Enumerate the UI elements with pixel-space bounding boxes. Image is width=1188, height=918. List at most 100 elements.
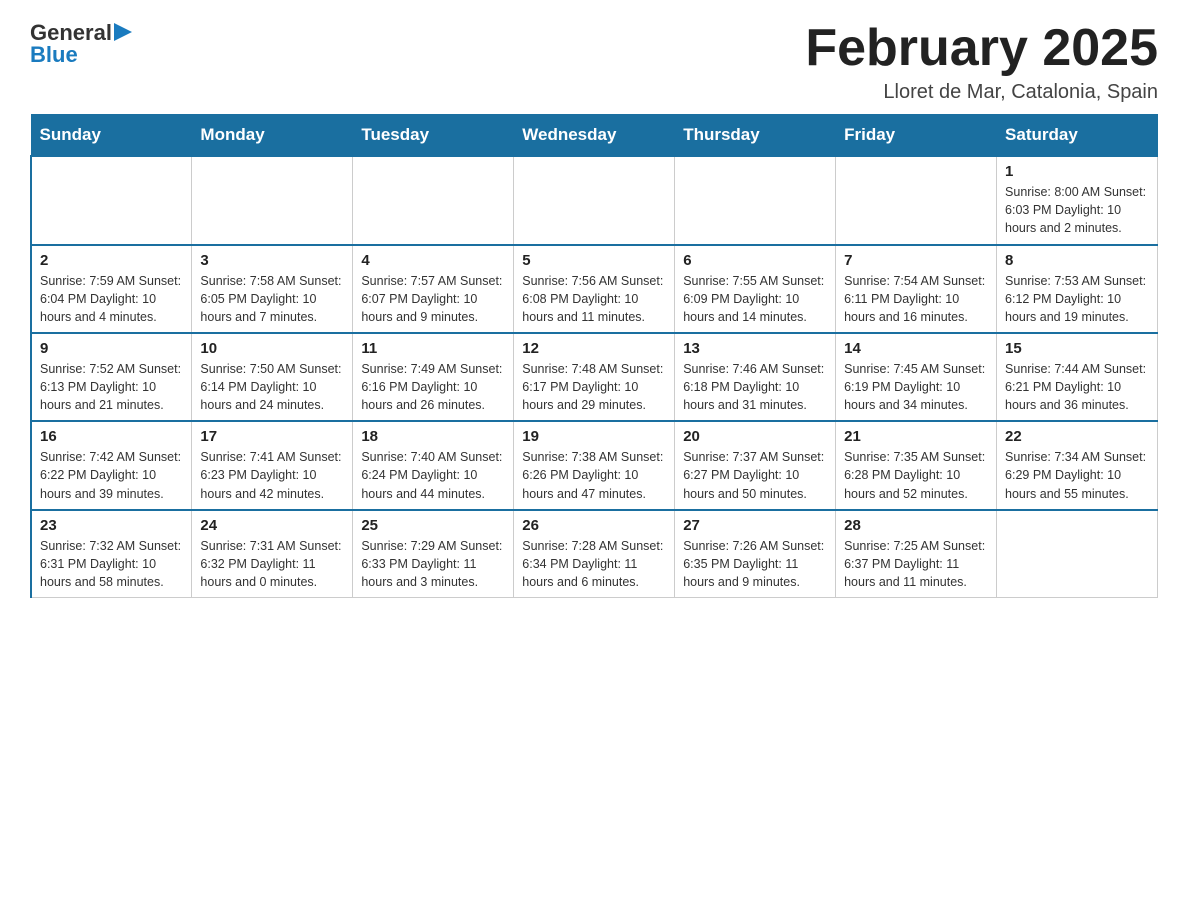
table-row: 9Sunrise: 7:52 AM Sunset: 6:13 PM Daylig… — [31, 333, 192, 421]
table-row: 6Sunrise: 7:55 AM Sunset: 6:09 PM Daylig… — [675, 245, 836, 333]
day-info: Sunrise: 7:40 AM Sunset: 6:24 PM Dayligh… — [361, 448, 505, 502]
table-row — [31, 156, 192, 244]
table-row: 15 Sunrise: 7:44 AM Sunset: 6:21 PM Dayli… — [997, 333, 1158, 421]
header-saturday: Saturday — [997, 115, 1158, 157]
day-info: Sunrise: 7:32 AM Sunset: 6:31 PM Dayligh… — [40, 537, 183, 591]
day-info: Sunrise: 7:41 AM Sunset: 6:23 PM Dayligh… — [200, 448, 344, 502]
location: Lloret de Mar, Catalonia, Spain — [805, 81, 1158, 104]
table-row: 19 Sunrise: 7:38 AM Sunset: 6:26 PM Dayli… — [514, 421, 675, 509]
table-row: 3 Sunrise: 7:58 AM Sunset: 6:05 PM Daylig… — [192, 245, 353, 333]
day-info: Sunrise: 7:53 AM Sunset: 6:12 PM Dayligh… — [1005, 272, 1149, 326]
logo-blue: Blue — [30, 42, 132, 68]
day-number: 6 — [683, 252, 827, 269]
table-row: 22 Sunrise: 7:34 AM Sunset: 6:29 PM Dayli… — [997, 421, 1158, 509]
day-number: 8 — [1005, 252, 1149, 269]
calendar-table: Sunday Monday Tuesday Wednesday Thursday… — [30, 114, 1158, 598]
table-row: 5 Sunrise: 7:56 AM Sunset: 6:08 PM Daylig… — [514, 245, 675, 333]
day-number: 20 — [683, 428, 827, 445]
table-row: 24 Sunrise: 7:31 AM Sunset: 6:32 PM Dayli… — [192, 510, 353, 598]
header-wednesday: Wednesday — [514, 115, 675, 157]
day-number: 26 — [522, 517, 666, 534]
table-row: 17 Sunrise: 7:41 AM Sunset: 6:23 PM Dayli… — [192, 421, 353, 509]
header-thursday: Thursday — [675, 115, 836, 157]
table-row: 27 Sunrise: 7:26 AM Sunset: 6:35 PM Dayli… — [675, 510, 836, 598]
day-number: 19 — [522, 428, 666, 445]
day-number: 12 — [522, 340, 666, 357]
table-row: 10 Sunrise: 7:50 AM Sunset: 6:14 PM Dayli… — [192, 333, 353, 421]
day-number: 14 — [844, 340, 988, 357]
table-row: 13 Sunrise: 7:46 AM Sunset: 6:18 PM Dayli… — [675, 333, 836, 421]
day-info: Sunrise: 7:56 AM Sunset: 6:08 PM Dayligh… — [522, 272, 666, 326]
day-info: Sunrise: 7:34 AM Sunset: 6:29 PM Dayligh… — [1005, 448, 1149, 502]
day-number: 9 — [40, 340, 183, 357]
table-row: 7Sunrise: 7:54 AM Sunset: 6:11 PM Daylig… — [836, 245, 997, 333]
day-info: Sunrise: 7:29 AM Sunset: 6:33 PM Dayligh… — [361, 537, 505, 591]
table-row: 26 Sunrise: 7:28 AM Sunset: 6:34 PM Dayli… — [514, 510, 675, 598]
day-number: 16 — [40, 428, 183, 445]
day-info: Sunrise: 7:57 AM Sunset: 6:07 PM Dayligh… — [361, 272, 505, 326]
day-number: 1 — [1005, 163, 1149, 180]
calendar-week-row: 9Sunrise: 7:52 AM Sunset: 6:13 PM Daylig… — [31, 333, 1158, 421]
day-number: 25 — [361, 517, 505, 534]
table-row: 20 Sunrise: 7:37 AM Sunset: 6:27 PM Dayli… — [675, 421, 836, 509]
table-row: 16Sunrise: 7:42 AM Sunset: 6:22 PM Dayli… — [31, 421, 192, 509]
table-row — [353, 156, 514, 244]
table-row: 21 Sunrise: 7:35 AM Sunset: 6:28 PM Dayli… — [836, 421, 997, 509]
table-row: 2 Sunrise: 7:59 AM Sunset: 6:04 PM Daylig… — [31, 245, 192, 333]
header-monday: Monday — [192, 115, 353, 157]
day-info: Sunrise: 7:58 AM Sunset: 6:05 PM Dayligh… — [200, 272, 344, 326]
day-info: Sunrise: 7:49 AM Sunset: 6:16 PM Dayligh… — [361, 360, 505, 414]
day-info: Sunrise: 7:50 AM Sunset: 6:14 PM Dayligh… — [200, 360, 344, 414]
table-row — [836, 156, 997, 244]
day-number: 15 — [1005, 340, 1149, 357]
day-number: 11 — [361, 340, 505, 357]
day-info: Sunrise: 7:35 AM Sunset: 6:28 PM Dayligh… — [844, 448, 988, 502]
logo: General Blue — [30, 20, 132, 68]
day-number: 3 — [200, 252, 344, 269]
table-row: 4 Sunrise: 7:57 AM Sunset: 6:07 PM Daylig… — [353, 245, 514, 333]
day-info: Sunrise: 7:45 AM Sunset: 6:19 PM Dayligh… — [844, 360, 988, 414]
table-row — [192, 156, 353, 244]
day-info: Sunrise: 7:44 AM Sunset: 6:21 PM Dayligh… — [1005, 360, 1149, 414]
table-row — [997, 510, 1158, 598]
calendar-title: February 2025 — [805, 20, 1158, 77]
day-number: 2 — [40, 252, 183, 269]
header-tuesday: Tuesday — [353, 115, 514, 157]
table-row — [675, 156, 836, 244]
table-row: 18 Sunrise: 7:40 AM Sunset: 6:24 PM Dayli… — [353, 421, 514, 509]
day-info: Sunrise: 7:38 AM Sunset: 6:26 PM Dayligh… — [522, 448, 666, 502]
day-info: Sunrise: 7:25 AM Sunset: 6:37 PM Dayligh… — [844, 537, 988, 591]
page-header: General Blue February 2025 Lloret de Mar… — [30, 20, 1158, 104]
day-number: 18 — [361, 428, 505, 445]
day-number: 21 — [844, 428, 988, 445]
day-number: 22 — [1005, 428, 1149, 445]
calendar-week-row: 23 Sunrise: 7:32 AM Sunset: 6:31 PM Dayli… — [31, 510, 1158, 598]
day-number: 17 — [200, 428, 344, 445]
header-friday: Friday — [836, 115, 997, 157]
day-number: 27 — [683, 517, 827, 534]
table-row: 14 Sunrise: 7:45 AM Sunset: 6:19 PM Dayli… — [836, 333, 997, 421]
day-number: 10 — [200, 340, 344, 357]
day-info: Sunrise: 7:37 AM Sunset: 6:27 PM Dayligh… — [683, 448, 827, 502]
day-number: 24 — [200, 517, 344, 534]
calendar-week-row: 1Sunrise: 8:00 AM Sunset: 6:03 PM Daylig… — [31, 156, 1158, 244]
table-row: 1Sunrise: 8:00 AM Sunset: 6:03 PM Daylig… — [997, 156, 1158, 244]
day-number: 23 — [40, 517, 183, 534]
table-row: 8 Sunrise: 7:53 AM Sunset: 6:12 PM Daylig… — [997, 245, 1158, 333]
day-number: 5 — [522, 252, 666, 269]
day-number: 7 — [844, 252, 988, 269]
table-row: 28 Sunrise: 7:25 AM Sunset: 6:37 PM Dayli… — [836, 510, 997, 598]
calendar-week-row: 16Sunrise: 7:42 AM Sunset: 6:22 PM Dayli… — [31, 421, 1158, 509]
table-row — [514, 156, 675, 244]
day-number: 4 — [361, 252, 505, 269]
table-row: 25 Sunrise: 7:29 AM Sunset: 6:33 PM Dayli… — [353, 510, 514, 598]
day-info: Sunrise: 7:46 AM Sunset: 6:18 PM Dayligh… — [683, 360, 827, 414]
day-info: Sunrise: 7:31 AM Sunset: 6:32 PM Dayligh… — [200, 537, 344, 591]
logo-triangle-icon — [114, 23, 132, 41]
day-info: Sunrise: 7:26 AM Sunset: 6:35 PM Dayligh… — [683, 537, 827, 591]
day-info: Sunrise: 7:59 AM Sunset: 6:04 PM Dayligh… — [40, 272, 183, 326]
day-info: Sunrise: 7:28 AM Sunset: 6:34 PM Dayligh… — [522, 537, 666, 591]
day-number: 13 — [683, 340, 827, 357]
table-row: 12Sunrise: 7:48 AM Sunset: 6:17 PM Dayli… — [514, 333, 675, 421]
day-number: 28 — [844, 517, 988, 534]
